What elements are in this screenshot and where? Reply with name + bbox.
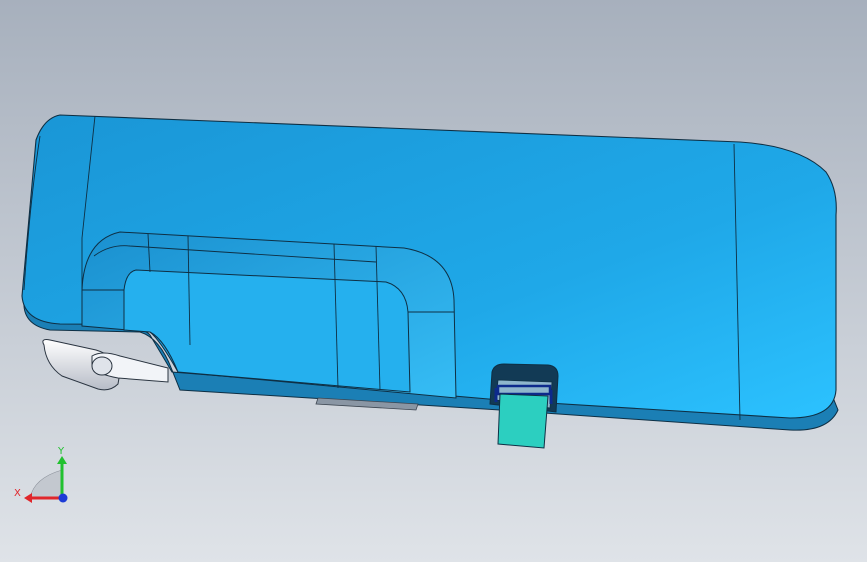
triad-x-label: X: [14, 488, 21, 499]
triad-y-label: Y: [57, 446, 65, 457]
triad-z-axis-icon: [58, 493, 68, 503]
cad-scene: Y X: [0, 0, 867, 562]
graphics-viewport[interactable]: Y X: [0, 0, 867, 562]
